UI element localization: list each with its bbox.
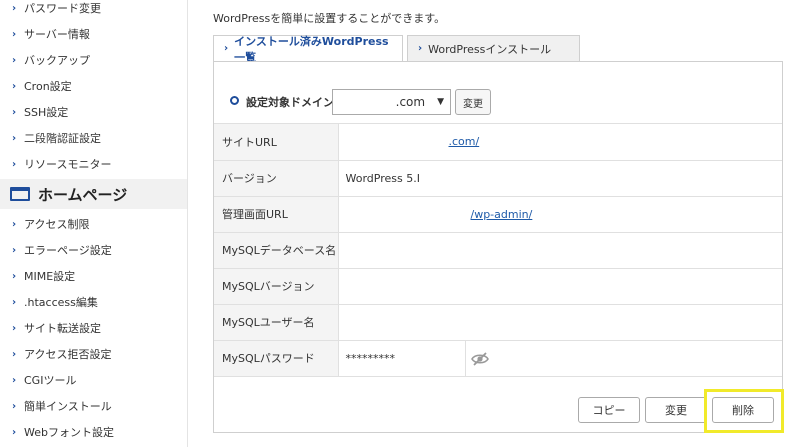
admin-url-link[interactable]: /wp-admin/ (471, 208, 533, 221)
mysql-password-cell: ********* (338, 340, 782, 377)
table-row: MySQLパスワード ********* (214, 340, 782, 377)
chevron-right-icon: › (12, 296, 17, 308)
row-label: バージョン (214, 160, 339, 197)
chevron-right-icon: › (224, 43, 229, 54)
sidebar-item-label: 二段階認証設定 (24, 132, 101, 145)
sidebar-item-cgi-tools[interactable]: › CGIツール (0, 367, 187, 393)
chevron-right-icon: › (12, 54, 17, 66)
sidebar-item-two-factor[interactable]: › 二段階認証設定 (0, 125, 187, 151)
admin-url-value: /wp-admin/ (338, 196, 782, 233)
sidebar-item-label: .htaccess編集 (24, 296, 98, 309)
sidebar-item-label: CGIツール (24, 374, 77, 387)
main-content: WordPressを簡単に設置することができます。 › インストール済みWord… (188, 0, 800, 447)
row-label: サイトURL (214, 124, 339, 161)
sidebar: › パスワード変更 › サーバー情報 › バックアップ › Cron設定 › S… (0, 0, 188, 447)
sidebar-item-cron[interactable]: › Cron設定 (0, 73, 187, 99)
copy-button[interactable]: コピー (578, 397, 640, 423)
sidebar-item-resource-monitor[interactable]: › リソースモニター (0, 151, 187, 177)
chevron-right-icon: › (12, 80, 17, 92)
radio-icon (230, 96, 239, 105)
sidebar-item-label: Cron設定 (24, 80, 72, 93)
divider (464, 340, 466, 377)
chevron-right-icon: › (12, 374, 17, 386)
row-label: MySQLデータベース名 (214, 232, 339, 269)
chevron-right-icon: › (12, 348, 17, 360)
db-name-value (338, 232, 782, 269)
sidebar-item-htaccess[interactable]: › .htaccess編集 (0, 289, 187, 315)
row-label: MySQLユーザー名 (214, 304, 339, 341)
sidebar-item-label: MIME設定 (24, 270, 76, 283)
change-button[interactable]: 変更 (645, 397, 707, 423)
domain-selector-row: 設定対象ドメイン .com ▼ 変更 (214, 62, 782, 124)
sidebar-item-server-info[interactable]: › サーバー情報 (0, 21, 187, 47)
window-icon (10, 187, 30, 201)
mysql-password-value: ********* (345, 351, 396, 365)
sidebar-item-label: 簡単インストール (24, 400, 112, 413)
sidebar-item-site-redirect[interactable]: › サイト転送設定 (0, 315, 187, 341)
row-label: MySQLパスワード (214, 340, 339, 377)
table-row: MySQLバージョン (214, 268, 782, 305)
sidebar-item-label: サーバー情報 (24, 28, 90, 41)
page-description: WordPressを簡単に設置することができます。 (213, 12, 446, 25)
wordpress-panel: 設定対象ドメイン .com ▼ 変更 サイトURL .com/ バージョン Wo… (213, 61, 783, 433)
sidebar-item-label: パスワード変更 (24, 2, 101, 15)
chevron-right-icon: › (12, 132, 17, 144)
highlight-box (704, 389, 784, 433)
tab-label: WordPressインストール (428, 42, 552, 56)
sidebar-item-password-change[interactable]: › パスワード変更 (0, 0, 187, 21)
domain-select[interactable]: .com ▼ (332, 89, 451, 115)
wordpress-info-table: サイトURL .com/ バージョン WordPress 5.I 管理画面URL… (214, 124, 782, 377)
sidebar-item-label: SSH設定 (24, 106, 69, 119)
table-row: MySQLデータベース名 (214, 232, 782, 269)
table-row: サイトURL .com/ (214, 124, 782, 161)
chevron-right-icon: › (12, 426, 17, 438)
sidebar-item-easy-install[interactable]: › 簡単インストール (0, 393, 187, 419)
mysql-user-value (338, 304, 782, 341)
site-url-link[interactable]: .com/ (449, 135, 480, 148)
row-label: 管理画面URL (214, 196, 339, 233)
sidebar-section-homepage: ホームページ (0, 179, 187, 209)
table-row: バージョン WordPress 5.I (214, 160, 782, 197)
mysql-version-value (338, 268, 782, 305)
chevron-right-icon: › (12, 28, 17, 40)
chevron-right-icon: › (12, 2, 17, 14)
chevron-right-icon: › (12, 106, 17, 118)
sidebar-item-label: バックアップ (24, 54, 90, 67)
sidebar-item-label: アクセス制限 (24, 218, 90, 231)
chevron-right-icon: › (12, 218, 17, 230)
chevron-right-icon: › (12, 158, 17, 170)
sidebar-section-title: ホームページ (38, 185, 128, 204)
domain-change-button[interactable]: 変更 (455, 89, 491, 115)
sidebar-item-ssh[interactable]: › SSH設定 (0, 99, 187, 125)
sidebar-item-label: Webフォント設定 (24, 426, 114, 439)
tab-wordpress-install[interactable]: › WordPressインストール (407, 35, 580, 62)
chevron-right-icon: › (418, 43, 423, 54)
sidebar-item-web-fonts[interactable]: › Webフォント設定 (0, 419, 187, 445)
table-row: 管理画面URL /wp-admin/ (214, 196, 782, 233)
sidebar-item-backup[interactable]: › バックアップ (0, 47, 187, 73)
sidebar-item-label: サイト転送設定 (24, 322, 101, 335)
site-url-value: .com/ (338, 124, 782, 161)
version-value: WordPress 5.I (338, 160, 782, 197)
sidebar-item-error-page[interactable]: › エラーページ設定 (0, 237, 187, 263)
tab-label: インストール済みWordPress一覧 (234, 34, 389, 64)
domain-label: 設定対象ドメイン (246, 96, 334, 109)
chevron-right-icon: › (12, 400, 17, 412)
sidebar-item-access-restriction[interactable]: › アクセス制限 (0, 211, 187, 237)
row-label: MySQLバージョン (214, 268, 339, 305)
eye-slash-icon[interactable] (470, 351, 489, 370)
tab-installed-wordpress[interactable]: › インストール済みWordPress一覧 (213, 34, 403, 64)
chevron-right-icon: › (12, 322, 17, 334)
sidebar-item-label: リソースモニター (24, 158, 112, 171)
chevron-right-icon: › (12, 244, 17, 256)
sidebar-item-access-deny[interactable]: › アクセス拒否設定 (0, 341, 187, 367)
domain-select-value: .com (395, 95, 426, 109)
sidebar-item-label: エラーページ設定 (24, 244, 112, 257)
sidebar-item-label: アクセス拒否設定 (24, 348, 112, 361)
table-row: MySQLユーザー名 (214, 304, 782, 341)
tab-bar: › インストール済みWordPress一覧 › WordPressインストール (213, 34, 580, 64)
chevron-right-icon: › (12, 270, 17, 282)
sidebar-item-mime[interactable]: › MIME設定 (0, 263, 187, 289)
chevron-down-icon: ▼ (437, 97, 444, 107)
